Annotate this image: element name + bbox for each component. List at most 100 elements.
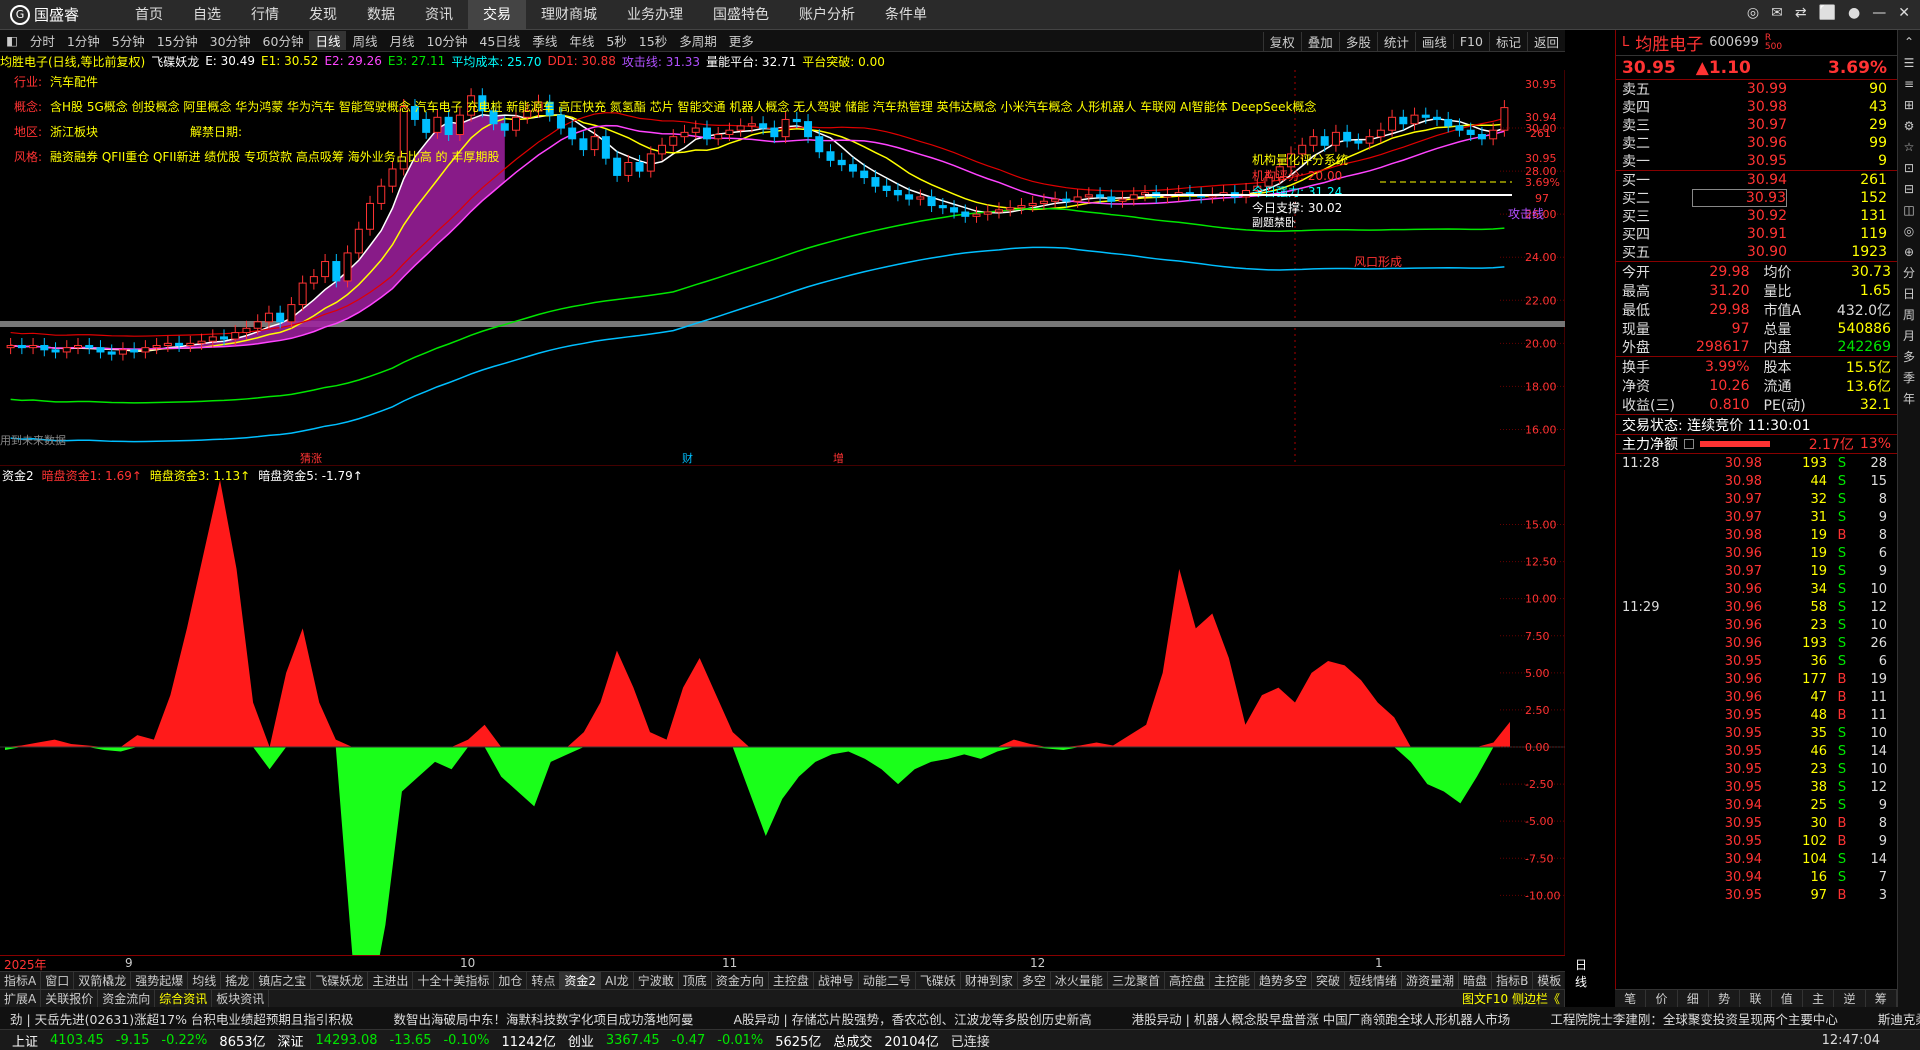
tick-row[interactable]: 30.95 30 B 8 (1616, 814, 1897, 832)
bid-row[interactable]: 买四 30.91 119 (1616, 225, 1897, 243)
candle-body[interactable] (1017, 205, 1026, 209)
candle-body[interactable] (1073, 196, 1082, 202)
menu-item-2[interactable]: 行情 (236, 0, 294, 30)
quote-tab-3[interactable]: 势 (1709, 990, 1741, 1007)
side-tab-10[interactable]: ⊕ (1904, 243, 1914, 261)
candle-body[interactable] (1320, 136, 1329, 146)
candle-body[interactable] (343, 252, 352, 282)
period-8[interactable]: 月线 (383, 31, 420, 50)
menu-item-0[interactable]: 首页 (120, 0, 178, 30)
candle-body[interactable] (658, 144, 667, 155)
stock-name[interactable]: 均胜电子 (1635, 30, 1703, 55)
candle-body[interactable] (938, 205, 947, 209)
candle-body[interactable] (826, 151, 835, 161)
candle-body[interactable] (579, 138, 588, 151)
candle-body[interactable] (62, 347, 71, 353)
candle-body[interactable] (163, 342, 172, 347)
candle-body[interactable] (1118, 198, 1127, 202)
indicator-name[interactable]: 飞碟妖龙 (151, 53, 199, 70)
candle-body[interactable] (1500, 107, 1509, 131)
side-tab-3[interactable]: ⊞ (1904, 96, 1914, 114)
event-mark-2[interactable]: 财 (682, 451, 693, 465)
period-11[interactable]: 季线 (526, 31, 563, 50)
candle-body[interactable] (85, 345, 94, 349)
chart-tool-1[interactable]: 叠加 (1300, 31, 1339, 51)
candlestick-chart[interactable]: 16.0018.0020.0022.0024.0026.0028.0030.00… (0, 70, 1565, 466)
period-5[interactable]: 60分钟 (257, 31, 310, 50)
tick-row[interactable]: 30.95 46 S 14 (1616, 742, 1897, 760)
layout-icon[interactable]: ◧ (0, 33, 24, 48)
tick-row[interactable]: 30.97 31 S 9 (1616, 508, 1897, 526)
candle-body[interactable] (815, 136, 824, 153)
candle-body[interactable] (950, 207, 959, 213)
indicator-tab-28[interactable]: 突破 (1312, 972, 1346, 989)
tick-row[interactable]: 30.95 102 B 9 (1616, 832, 1897, 850)
candle-body[interactable] (1489, 129, 1498, 140)
ask-row[interactable]: 卖一 30.95 9 (1616, 152, 1897, 170)
candle-body[interactable] (916, 196, 925, 200)
tick-row[interactable]: 30.96 193 S 26 (1616, 634, 1897, 652)
period-13[interactable]: 5秒 (600, 31, 632, 50)
indicator-tab-6[interactable]: 镇店之宝 (254, 972, 312, 989)
indicator-tab-25[interactable]: 高控盘 (1165, 972, 1210, 989)
candle-body[interactable] (702, 127, 711, 140)
tick-row[interactable]: 30.95 38 S 12 (1616, 778, 1897, 796)
tick-row[interactable]: 30.96 177 B 19 (1616, 670, 1897, 688)
candle-body[interactable] (242, 327, 251, 334)
candle-body[interactable] (220, 336, 229, 340)
candle-body[interactable] (893, 189, 902, 196)
bid-row[interactable]: 买二 30.93 152 (1616, 189, 1897, 207)
candle-body[interactable] (972, 213, 981, 217)
tick-row[interactable]: 30.94 104 S 14 (1616, 850, 1897, 868)
candle-body[interactable] (927, 196, 936, 207)
candle-body[interactable] (1354, 140, 1363, 144)
chart-title[interactable]: 均胜电子(日线,等比前复权) (0, 53, 145, 70)
tick-row[interactable]: 30.95 35 S 10 (1616, 724, 1897, 742)
candle-body[interactable] (804, 121, 813, 138)
indicator-tab-7[interactable]: 飞碟妖龙 (311, 972, 369, 989)
quote-tab-0[interactable]: 笔 (1615, 990, 1647, 1007)
candle-body[interactable] (197, 340, 206, 344)
candle-body[interactable] (29, 345, 38, 349)
side-tab-15[interactable]: 多 (1903, 348, 1915, 366)
period-1[interactable]: 1分钟 (61, 31, 106, 50)
candle-body[interactable] (770, 127, 779, 138)
tick-row[interactable]: 30.97 19 S 9 (1616, 562, 1897, 580)
candle-body[interactable] (556, 114, 565, 129)
candle-body[interactable] (837, 159, 846, 166)
menu-item-4[interactable]: 数据 (352, 0, 410, 30)
candle-body[interactable] (332, 261, 341, 282)
side-tab-1[interactable]: ☰ (1904, 54, 1915, 72)
info-tab-3[interactable]: 综合资讯 (155, 990, 213, 1007)
menu-item-10[interactable]: 账户分析 (784, 0, 870, 30)
period-9[interactable]: 10分钟 (421, 31, 474, 50)
candle-body[interactable] (691, 127, 700, 133)
chart-tool-4[interactable]: 画线 (1414, 31, 1453, 51)
menu-item-3[interactable]: 发现 (294, 0, 352, 30)
quote-tab-8[interactable]: 筹 (1866, 990, 1897, 1007)
candle-body[interactable] (433, 116, 442, 133)
candle-body[interactable] (1410, 114, 1419, 125)
quote-tab-7[interactable]: 逆 (1834, 990, 1866, 1007)
indicator-tab-4[interactable]: 均线 (188, 972, 222, 989)
indicator-tab-0[interactable]: 指标A (0, 972, 42, 989)
quote-tab-4[interactable]: 联 (1740, 990, 1772, 1007)
quote-tab-2[interactable]: 细 (1678, 990, 1709, 1007)
menu-item-11[interactable]: 条件单 (870, 0, 942, 30)
side-tab-6[interactable]: ⊡ (1904, 159, 1914, 177)
candle-body[interactable] (276, 312, 285, 323)
tick-row[interactable]: 30.96 19 S 6 (1616, 544, 1897, 562)
side-tab-9[interactable]: ◎ (1904, 222, 1914, 240)
candle-body[interactable] (860, 170, 869, 179)
candle-body[interactable] (725, 129, 734, 136)
indicator-tab-12[interactable]: 资金2 (560, 972, 602, 989)
candle-body[interactable] (1455, 125, 1464, 131)
tick-row[interactable]: 30.95 36 S 6 (1616, 652, 1897, 670)
candle-body[interactable] (96, 347, 105, 353)
candle-body[interactable] (646, 153, 655, 172)
tick-row[interactable]: 30.95 48 B 11 (1616, 706, 1897, 724)
side-tab-14[interactable]: 月 (1903, 327, 1915, 345)
side-panel-toggle[interactable]: 图文F10 侧边栏《 (1458, 990, 1565, 1007)
candle-body[interactable] (590, 136, 599, 151)
side-tab-12[interactable]: 日 (1903, 285, 1915, 303)
